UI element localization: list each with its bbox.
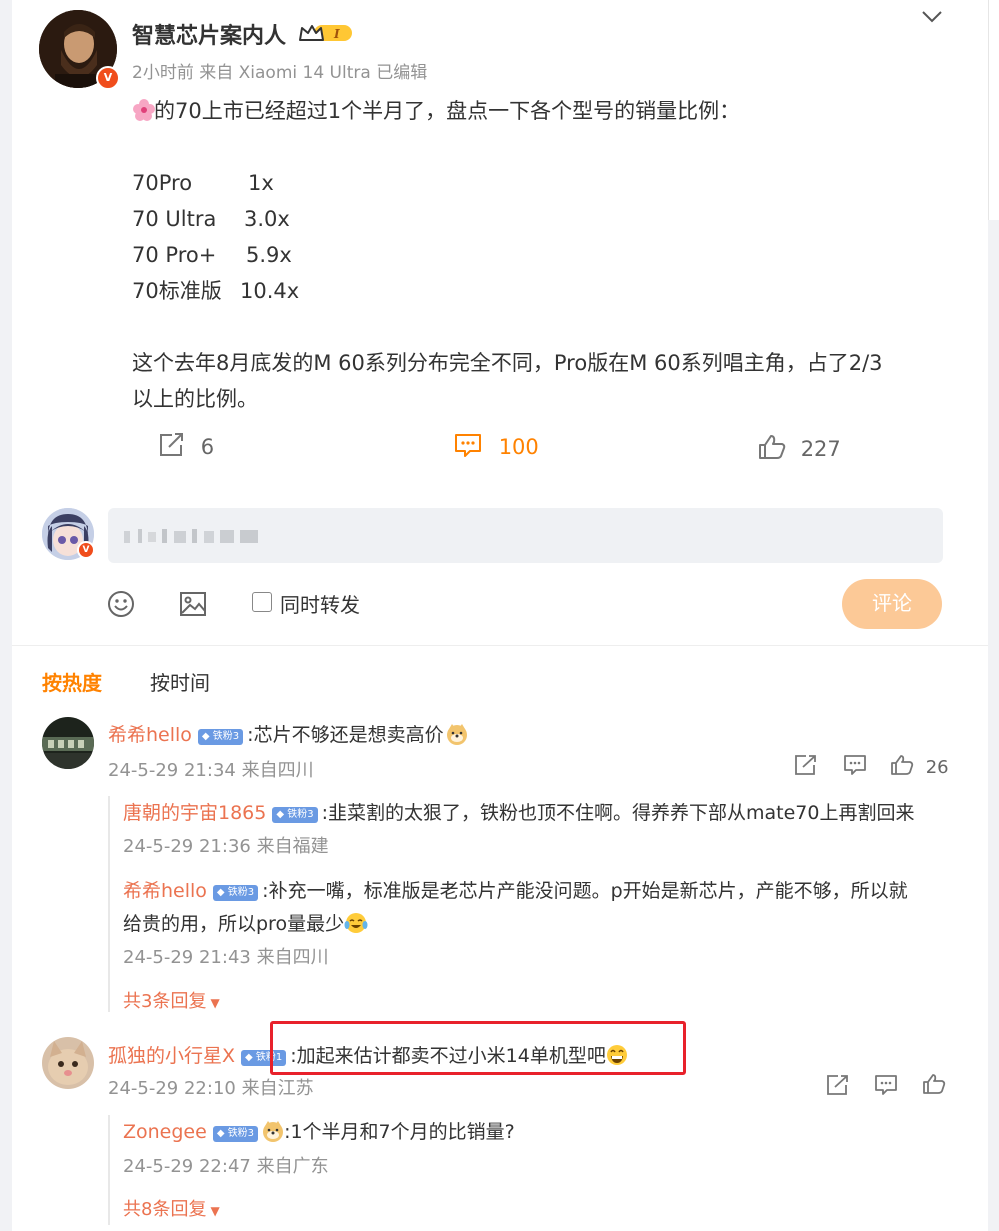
image-upload-button[interactable] [179,590,207,622]
caret-down-icon: ▼ [210,996,220,1010]
reply-user-name[interactable]: 希希hello [123,880,207,902]
reply-text: :1个半月和7个月的比销量? [284,1121,515,1143]
comment-icon [455,434,481,457]
right-rail-panel [988,0,999,220]
like-count: 227 [800,437,841,461]
thumbs-up-icon [759,435,786,459]
comment-input[interactable] [108,508,943,563]
commenter-name[interactable]: 希希hello [108,724,192,746]
comment-repost-button[interactable] [794,754,818,780]
repost-count: 6 [200,435,215,459]
model-ratio: 1x [248,171,274,195]
reply-text: :韭菜割的太狠了，铁粉也顶不住啊。得养养下部从mate70上再割回来 [321,802,915,824]
reply-text: 给贵的用，所以pro量最少 [123,913,345,935]
reply-thread-line [108,796,110,1012]
thumbs-up-icon [923,1074,946,1094]
model-ratio: 10.4x [240,279,300,303]
reply-body: Zonegee ◆ 铁粉3 :1个半月和7个月的比销量? [123,1117,515,1144]
sync-repost-checkbox[interactable] [252,592,272,612]
repost-icon [795,755,816,775]
repost-icon [827,1075,848,1095]
model-row: 70 Pro+ [132,243,217,267]
comment-count: 100 [498,435,539,459]
reply-user-name[interactable]: Zonegee [123,1121,207,1143]
tab-sort-time[interactable]: 按时间 [150,667,210,696]
post-time[interactable]: 2小时前 [132,63,194,83]
post-intro: 的70上市已经超过1个半月了，盘点一下各个型号的销量比例： [132,93,740,129]
verified-v-badge: V [96,66,120,90]
comment-reply-button[interactable] [874,1074,898,1100]
comment-icon [844,755,866,775]
post-intro-text: 的70上市已经超过1个半月了，盘点一下各个型号的销量比例： [154,99,741,123]
comment-like-button[interactable]: 26 [890,754,949,778]
chevron-down-icon[interactable] [920,6,944,26]
reply-user-name[interactable]: 唐朝的宇宙1865 [123,802,266,824]
comment-icon [875,1075,897,1095]
svg-text:I: I [333,27,340,41]
model-ratio: 5.9x [246,243,292,267]
like-button[interactable]: 227 [758,434,841,461]
fan-badge[interactable]: ◆ 铁粉3 [272,807,318,823]
commenter-avatar[interactable] [42,717,94,769]
comment-reply-button[interactable] [843,754,867,780]
fan-badge[interactable]: ◆ 铁粉3 [212,1126,259,1142]
comment-button[interactable]: 100 [454,432,539,459]
comment-body: 希希hello ◆ 铁粉3:芯片不够还是想卖高价 [108,720,468,747]
post-closing-line: 以上的比例。 [132,387,258,411]
comment-time: 24-5-29 22:10 来自江苏 [108,1078,314,1099]
thumbs-up-icon [891,755,914,775]
smiley-icon [108,591,134,617]
comment-repost-button[interactable] [826,1074,850,1100]
post-edited-label[interactable]: 已编辑 [376,63,427,83]
sync-repost-label[interactable]: 同时转发 [280,589,360,618]
comment-time: 24-5-29 21:34 来自四川 [108,760,314,781]
reply-body-line2: 给贵的用，所以pro量最少 [123,909,368,936]
model-row: 70标准版 [132,279,222,303]
view-all-replies-link[interactable]: 共8条回复 ▼ [123,1195,220,1221]
post-source: 来自 Xiaomi 14 Ultra [199,63,371,83]
reply-time: 24-5-29 21:43 来自四川 [123,947,329,968]
comment-like-button[interactable] [922,1073,946,1099]
reply-thread-line [108,1115,110,1225]
laugh-cry-emoji-icon [344,912,368,934]
model-row: 70Pro [132,171,193,195]
repost-icon [160,433,183,456]
reply-body: 希希hello ◆ 铁粉3:补充一嘴，标准版是老芯片产能没问题。p开始是新芯片，产… [123,876,908,903]
blurred-draft-text [124,529,258,543]
repost-button[interactable]: 6 [158,432,214,459]
emoji-picker-button[interactable] [107,590,135,622]
commenter-name[interactable]: 孤独的小行星X [108,1045,235,1067]
commenter-avatar[interactable] [42,1037,94,1089]
view-all-replies-link[interactable]: 共3条回复 ▼ [123,987,220,1013]
reply-text: :补充一嘴，标准版是老芯片产能没问题。p开始是新芯片，产能不够，所以就 [262,880,908,902]
divider [12,645,988,646]
highlight-box [270,1021,686,1075]
comment-text: :芯片不够还是想卖高价 [247,724,444,746]
tab-sort-hot[interactable]: 按热度 [42,667,102,696]
reply-time: 24-5-29 21:36 来自福建 [123,836,329,857]
doge-emoji-icon [446,723,468,745]
comment-like-count: 26 [925,757,949,778]
submit-comment-button[interactable]: 评论 [842,579,942,629]
crown-level-icon: I [298,22,354,44]
post-meta: 2小时前 来自 Xiaomi 14 Ultra 已编辑 [132,58,427,83]
image-icon [180,592,206,616]
model-row: 70 Ultra [132,207,217,231]
caret-down-icon: ▼ [210,1204,220,1218]
fan-badge[interactable]: ◆ 铁粉3 [197,729,244,745]
doge-emoji-icon [262,1120,284,1142]
model-ratio: 3.0x [244,207,290,231]
reply-body: 唐朝的宇宙1865 ◆ 铁粉3:韭菜割的太狠了，铁粉也顶不住啊。得养养下部从mat… [123,798,914,825]
author-name[interactable]: 智慧芯片案内人 [132,18,286,50]
reply-time: 24-5-29 22:47 来自广东 [123,1156,329,1177]
flower-emoji-icon [132,97,155,121]
verified-v-badge: V [77,541,95,559]
post-closing-line: 这个去年8月底发的M 60系列分布完全不同，Pro版在M 60系列唱主角，占了2… [132,351,883,375]
fan-badge[interactable]: ◆ 铁粉3 [212,885,259,901]
